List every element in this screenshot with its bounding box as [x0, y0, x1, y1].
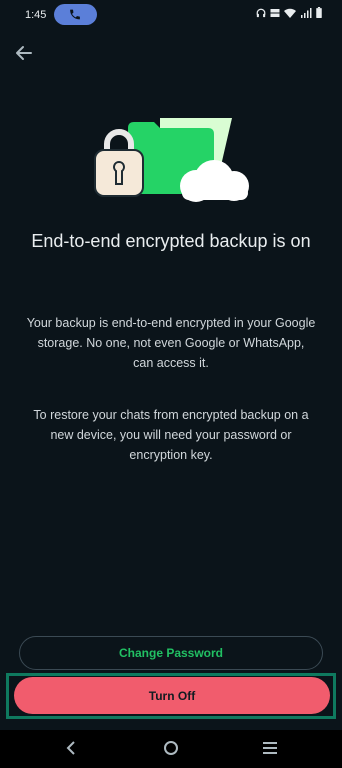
signal-icon — [301, 7, 312, 18]
battery-icon — [316, 7, 322, 18]
backup-illustration — [90, 110, 260, 210]
turn-off-button[interactable]: Turn Off — [14, 677, 330, 714]
nav-home-icon[interactable] — [163, 740, 179, 756]
status-time: 1:45 — [25, 9, 47, 21]
page-title: End-to-end encrypted backup is on — [31, 231, 311, 251]
back-button[interactable] — [12, 41, 36, 65]
wifi-icon — [284, 8, 296, 18]
phone-icon — [70, 9, 80, 20]
nav-back-icon[interactable] — [64, 740, 80, 756]
status-bar: 1:45 — [0, 0, 342, 30]
volte-icon — [270, 8, 280, 17]
system-nav-bar — [0, 730, 342, 768]
ongoing-call-pill[interactable] — [54, 4, 97, 25]
restore-description: To restore your chats from encrypted bac… — [33, 408, 309, 462]
change-password-button[interactable]: Change Password — [19, 636, 323, 670]
arrow-left-icon — [16, 46, 32, 60]
nav-recents-icon[interactable] — [262, 741, 278, 755]
headphones-icon — [256, 8, 266, 17]
backup-description: Your backup is end-to-end encrypted in y… — [26, 316, 316, 370]
status-icons — [256, 7, 322, 18]
